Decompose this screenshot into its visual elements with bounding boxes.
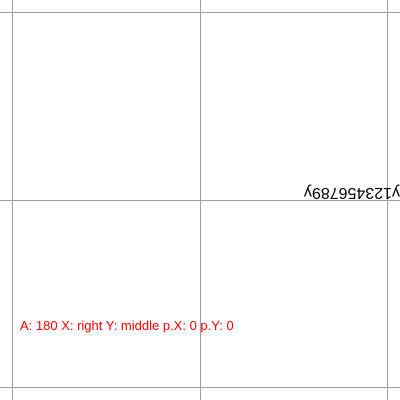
alignment-info-text: A: 180 X: right Y: middle p.X: 0 p.Y: 0 bbox=[20, 318, 234, 333]
rotated-text-sample: y123456789y bbox=[303, 184, 400, 201]
grid-line-horizontal bbox=[0, 387, 400, 388]
grid-line-horizontal bbox=[0, 12, 400, 13]
